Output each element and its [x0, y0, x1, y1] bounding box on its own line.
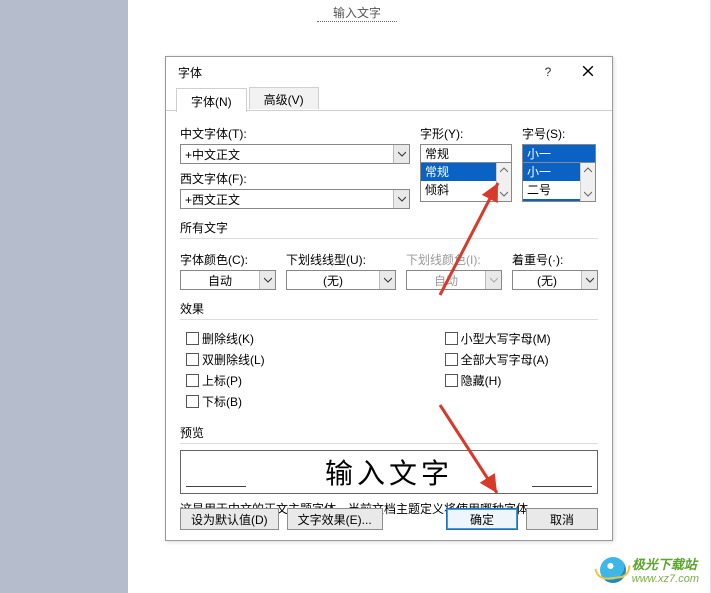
- superscript-checkbox[interactable]: 上标(P): [186, 372, 265, 389]
- tab-font[interactable]: 字体(N): [176, 88, 247, 112]
- logo-name: 极光下载站: [632, 557, 697, 572]
- size-input[interactable]: 小一: [522, 144, 596, 162]
- chinese-font-combo[interactable]: +中文正文: [180, 144, 410, 164]
- titlebar: 字体 ?: [166, 57, 612, 87]
- chevron-down-icon[interactable]: [259, 271, 275, 289]
- underline-color-value: 自动: [407, 272, 485, 289]
- effects-label: 效果: [180, 300, 598, 317]
- tabstrip: 字体(N) 高级(V): [166, 87, 612, 111]
- scrollbar[interactable]: [496, 163, 511, 201]
- font-color-combo[interactable]: 自动: [180, 270, 276, 290]
- chinese-font-value: +中文正文: [181, 146, 393, 163]
- style-listbox[interactable]: 常规 倾斜 加粗: [420, 162, 512, 202]
- text-effects-button[interactable]: 文字效果(E)...: [287, 508, 383, 530]
- dialog-footer: 设为默认值(D) 文字效果(E)... 确定 取消: [166, 508, 612, 530]
- close-button[interactable]: [568, 58, 608, 86]
- double-strike-checkbox[interactable]: 双删除线(L): [186, 351, 265, 368]
- watermark-logo: 极光下载站 www.xz7.com: [600, 554, 699, 585]
- ruler-column: [0, 0, 128, 593]
- chevron-down-icon[interactable]: [393, 145, 409, 163]
- western-font-combo[interactable]: +西文正文: [180, 189, 410, 209]
- strikethrough-checkbox[interactable]: 删除线(K): [186, 330, 265, 347]
- emphasis-label: 着重号(·):: [512, 251, 598, 268]
- size-label: 字号(S):: [522, 125, 596, 142]
- doc-textbox[interactable]: 输入文字: [317, 0, 397, 22]
- preview-label: 预览: [180, 424, 598, 441]
- style-value: 常规: [421, 145, 511, 162]
- all-caps-checkbox[interactable]: 全部大写字母(A): [445, 351, 551, 368]
- logo-url: www.xz7.com: [632, 573, 699, 585]
- close-icon: [582, 65, 594, 80]
- emphasis-combo[interactable]: (无): [512, 270, 598, 290]
- size-listbox[interactable]: 小一 二号 小二 三号: [522, 162, 596, 202]
- ok-button[interactable]: 确定: [446, 508, 518, 530]
- chevron-down-icon[interactable]: [581, 271, 597, 289]
- underline-style-combo[interactable]: (无): [286, 270, 396, 290]
- font-color-value: 自动: [181, 272, 259, 289]
- western-font-value: +西文正文: [181, 191, 393, 208]
- scroll-up-icon[interactable]: [581, 163, 595, 177]
- set-default-button[interactable]: 设为默认值(D): [180, 508, 279, 530]
- all-text-label: 所有文字: [180, 219, 598, 236]
- small-caps-checkbox[interactable]: 小型大写字母(M): [445, 330, 551, 347]
- chevron-down-icon[interactable]: [393, 190, 409, 208]
- western-font-label: 西文字体(F):: [180, 170, 410, 187]
- style-input[interactable]: 常规: [420, 144, 512, 162]
- scrollbar[interactable]: [580, 163, 595, 201]
- style-label: 字形(Y):: [420, 125, 512, 142]
- chevron-down-icon[interactable]: [379, 271, 395, 289]
- doc-textbox-label: 输入文字: [333, 6, 381, 20]
- preview-text: 输入文字: [325, 452, 453, 492]
- underline-color-label: 下划线颜色(I):: [406, 251, 502, 268]
- dialog-title: 字体: [178, 64, 202, 81]
- emphasis-value: (无): [513, 272, 581, 289]
- font-dialog: 字体 ? 字体(N) 高级(V) 中文字体(T): +中文正文 西文字体(F):: [165, 56, 613, 541]
- hidden-checkbox[interactable]: 隐藏(H): [445, 372, 551, 389]
- tab-advanced[interactable]: 高级(V): [249, 87, 319, 109]
- underline-color-combo: 自动: [406, 270, 502, 290]
- scroll-down-icon[interactable]: [581, 187, 595, 201]
- help-button[interactable]: ?: [528, 58, 568, 86]
- scroll-up-icon[interactable]: [497, 163, 511, 177]
- chinese-font-label: 中文字体(T):: [180, 125, 410, 142]
- cancel-button[interactable]: 取消: [526, 508, 598, 530]
- preview-box: 输入文字: [180, 450, 598, 494]
- underline-style-value: (无): [287, 272, 379, 289]
- help-icon: ?: [545, 65, 552, 79]
- globe-icon: [600, 557, 626, 583]
- scroll-down-icon[interactable]: [497, 187, 511, 201]
- font-color-label: 字体颜色(C):: [180, 251, 276, 268]
- underline-style-label: 下划线线型(U):: [286, 251, 396, 268]
- chevron-down-icon: [485, 271, 501, 289]
- subscript-checkbox[interactable]: 下标(B): [186, 393, 265, 410]
- size-value: 小一: [523, 145, 595, 162]
